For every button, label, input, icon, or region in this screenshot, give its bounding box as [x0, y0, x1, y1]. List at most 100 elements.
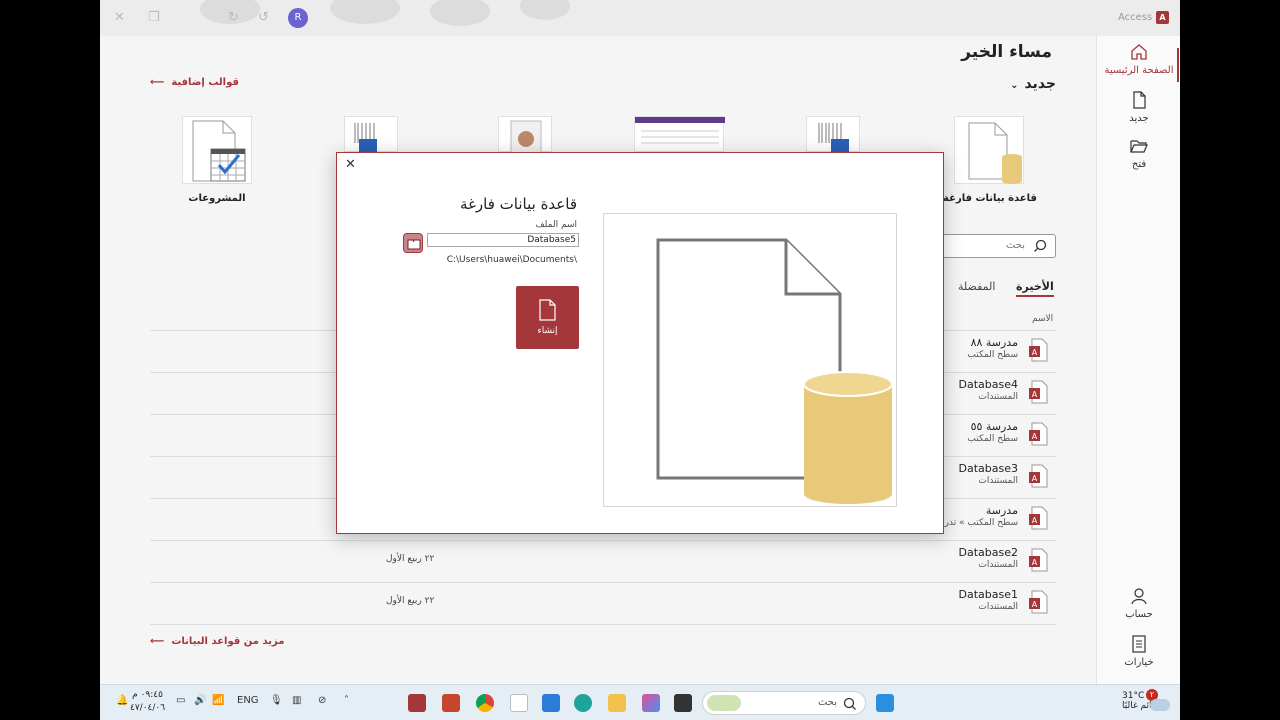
- row-divider: [150, 624, 1056, 625]
- column-header-name[interactable]: الاسم: [1032, 314, 1053, 324]
- database-preview: [603, 213, 897, 507]
- volume-icon[interactable]: 🔊: [194, 695, 206, 706]
- wifi-icon[interactable]: 📶: [212, 695, 224, 706]
- svg-text:A: A: [1032, 516, 1038, 525]
- app-tray-icon[interactable]: ▥: [292, 695, 301, 706]
- arrow-left-icon: ⟵: [150, 77, 165, 88]
- template-label: قاعدة بيانات فارغة: [943, 193, 1037, 204]
- barcode-thumbnail-icon: [818, 123, 849, 153]
- new-document-icon: [1133, 91, 1146, 109]
- svg-text:A: A: [1032, 474, 1038, 483]
- clock-date: ٤٧/٠٤/٠٦: [130, 703, 166, 713]
- folder-open-icon: [1130, 140, 1148, 153]
- svg-text:A: A: [1032, 432, 1038, 441]
- clock-time: ٠٩:٤٥ م: [132, 690, 163, 700]
- file-location: المستندات: [978, 392, 1018, 402]
- template-thumbnail[interactable]: [634, 116, 725, 152]
- access-file-icon: A: [1029, 422, 1048, 446]
- arrow-left-icon: ⟵: [150, 636, 165, 647]
- restore-window-icon[interactable]: ❐: [148, 10, 160, 25]
- file-location: المستندات: [978, 560, 1018, 570]
- taskbar-access-icon[interactable]: [408, 694, 426, 712]
- system-clock[interactable]: ٠٩:٤٥ م ٤٧/٠٤/٠٦: [130, 689, 165, 715]
- template-thumbnail[interactable]: [806, 116, 860, 153]
- nav-open[interactable]: فتح: [1097, 136, 1180, 170]
- close-icon[interactable]: ✕: [345, 157, 356, 172]
- undo-icon[interactable]: ↺: [258, 10, 269, 25]
- windows-start-icon[interactable]: [876, 694, 894, 712]
- taskbar-copilot-icon[interactable]: [642, 694, 660, 712]
- microphone-icon[interactable]: 🎙: [270, 695, 283, 706]
- access-window: ✕ ❐ ↻ ↺ R Access A مساء الخير ⌄ جديد ⟵ قو…: [100, 0, 1180, 720]
- nav-new[interactable]: جديد: [1097, 90, 1180, 124]
- template-blank-database[interactable]: [954, 116, 1024, 184]
- nav-options-label: خيارات: [1124, 657, 1154, 668]
- access-file-icon: A: [1029, 338, 1048, 362]
- access-logo-icon: A: [1156, 11, 1169, 24]
- nav-options[interactable]: خيارات: [1097, 634, 1180, 668]
- sync-off-icon[interactable]: ⊘: [318, 695, 326, 706]
- title-decoration: [330, 0, 400, 24]
- barcode-thumbnail-icon: [354, 123, 377, 153]
- taskbar-store-icon[interactable]: [542, 694, 560, 712]
- file-location: المستندات: [978, 602, 1018, 612]
- file-date: ٢٢ ربيع الأول: [386, 596, 435, 606]
- more-templates-link[interactable]: ⟵ قوالب إضافية: [150, 77, 239, 88]
- blank-database-dialog: ✕ قاعدة بيانات فارغة اسم الملف C:\Users\…: [336, 152, 944, 534]
- taskbar-search-input[interactable]: بحث: [702, 691, 866, 715]
- title-bar: ✕ ❐ ↻ ↺ R Access A: [100, 0, 1180, 36]
- tab-favorites[interactable]: المفضلة: [958, 280, 995, 293]
- taskbar-search-placeholder: بحث: [817, 697, 837, 708]
- contacts-thumbnail-icon: [510, 120, 542, 154]
- app-name: Access: [1118, 12, 1153, 23]
- more-databases-link[interactable]: ⟵ مزيد من قواعد البيانات: [150, 636, 284, 647]
- tab-recent[interactable]: الأخيرة: [1016, 280, 1054, 297]
- taskbar-explorer-icon[interactable]: [608, 694, 626, 712]
- search-input[interactable]: بحث: [940, 234, 1056, 258]
- nav-account[interactable]: حساب: [1097, 586, 1180, 620]
- title-decoration: [520, 0, 570, 20]
- new-heading-label: جديد: [1024, 76, 1056, 92]
- new-section-heading[interactable]: ⌄ جديد: [1010, 76, 1056, 92]
- filename-label: اسم الملف: [535, 220, 577, 230]
- taskbar-chrome-icon[interactable]: [476, 694, 494, 712]
- svg-text:A: A: [1032, 390, 1038, 399]
- taskbar-terminal-icon[interactable]: [674, 694, 692, 712]
- file-name: مدرسة ٨٨: [970, 336, 1018, 349]
- battery-icon[interactable]: ▭: [176, 695, 185, 706]
- file-name: مدرسة: [985, 504, 1018, 517]
- blank-database-large-icon: [656, 238, 893, 504]
- language-indicator[interactable]: ENG: [237, 695, 259, 706]
- browse-folder-button[interactable]: [403, 233, 423, 253]
- create-button[interactable]: إنشاء: [516, 286, 579, 349]
- file-name: Database4: [958, 378, 1019, 391]
- account-avatar[interactable]: R: [288, 8, 308, 28]
- template-thumbnail[interactable]: [498, 116, 552, 154]
- table-row[interactable]: A Database2 المستندات ٢٢ ربيع الأول: [150, 544, 1056, 584]
- taskbar-edge-icon[interactable]: [574, 694, 592, 712]
- template-projects[interactable]: [182, 116, 252, 184]
- title-decoration: [430, 0, 490, 26]
- row-divider: [150, 540, 1056, 541]
- close-window-icon[interactable]: ✕: [114, 10, 125, 25]
- filename-input[interactable]: [427, 233, 579, 247]
- taskbar-app-icon[interactable]: [510, 694, 528, 712]
- table-row[interactable]: A Database1 المستندات ٢٢ ربيع الأول: [150, 586, 1056, 626]
- nav-home[interactable]: الصفحة الرئيسية: [1097, 42, 1180, 82]
- access-file-icon: A: [1029, 464, 1048, 488]
- chevron-up-icon[interactable]: ˄: [344, 695, 349, 706]
- template-thumbnail[interactable]: [344, 116, 398, 153]
- person-icon: [1131, 588, 1147, 605]
- dialog-title: قاعدة بيانات فارغة: [460, 195, 577, 213]
- access-file-icon: A: [1029, 506, 1048, 530]
- redo-icon[interactable]: ↻: [228, 10, 239, 25]
- notification-bell-icon[interactable]: 🔔: [116, 695, 128, 706]
- access-file-icon: A: [1029, 548, 1048, 572]
- more-templates-label: قوالب إضافية: [171, 77, 239, 88]
- options-list-icon: [1132, 635, 1146, 653]
- greeting-heading: مساء الخير: [961, 42, 1052, 62]
- template-label: المشروعات: [188, 193, 246, 204]
- create-label: إنشاء: [537, 326, 558, 336]
- taskbar-powerpoint-icon[interactable]: [442, 694, 460, 712]
- svg-text:A: A: [1032, 600, 1038, 609]
